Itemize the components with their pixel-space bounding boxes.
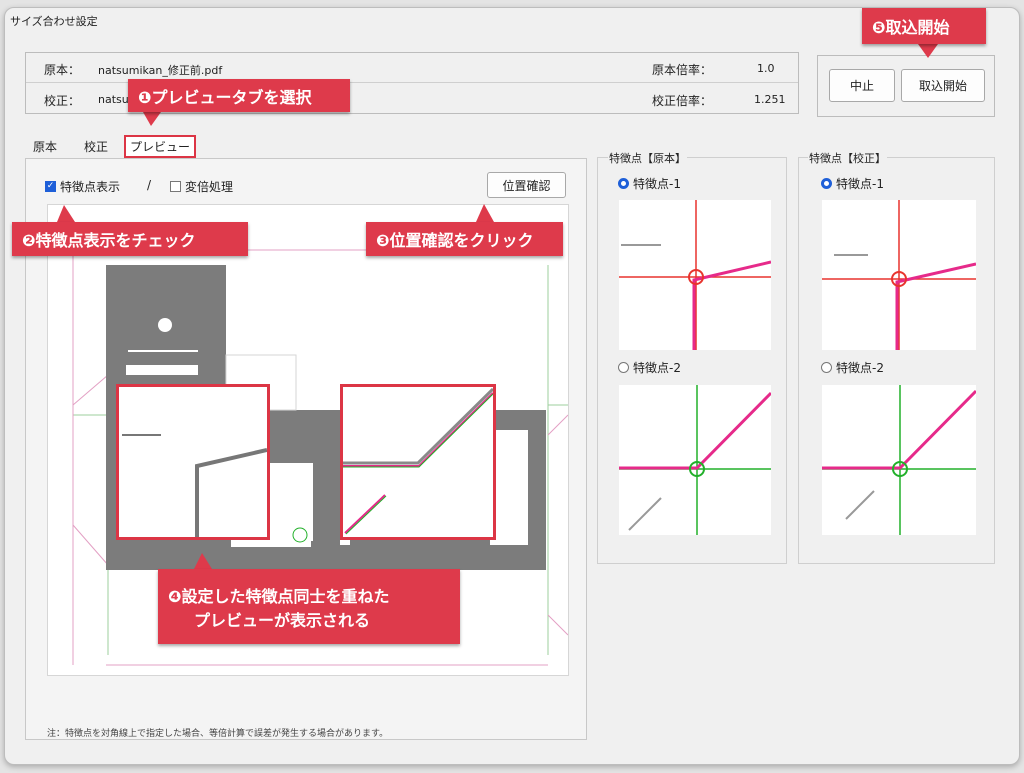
callout2-arrow: [57, 205, 75, 222]
callout-preview-displayed: ❹設定した特徴点同士を重ねた プレビューが表示される: [158, 569, 460, 644]
callout4-arrow: [194, 553, 212, 569]
callout-select-preview-tab: ❶プレビュータブを選択: [128, 79, 350, 112]
callout5-arrow: [918, 44, 938, 58]
callout-click-position-check: ❸位置確認をクリック: [366, 222, 563, 256]
callout-start-import: ❺取込開始: [862, 8, 986, 44]
callout3-arrow: [476, 204, 494, 222]
callout4-line2: プレビューが表示される: [194, 610, 371, 630]
callout1-arrow: [143, 112, 161, 126]
callout-check-feature-display: ❷特徴点表示をチェック: [12, 222, 248, 256]
callout-arrows: [57, 44, 938, 569]
callout4-line1: ❹設定した特徴点同士を重ねた: [168, 586, 390, 606]
